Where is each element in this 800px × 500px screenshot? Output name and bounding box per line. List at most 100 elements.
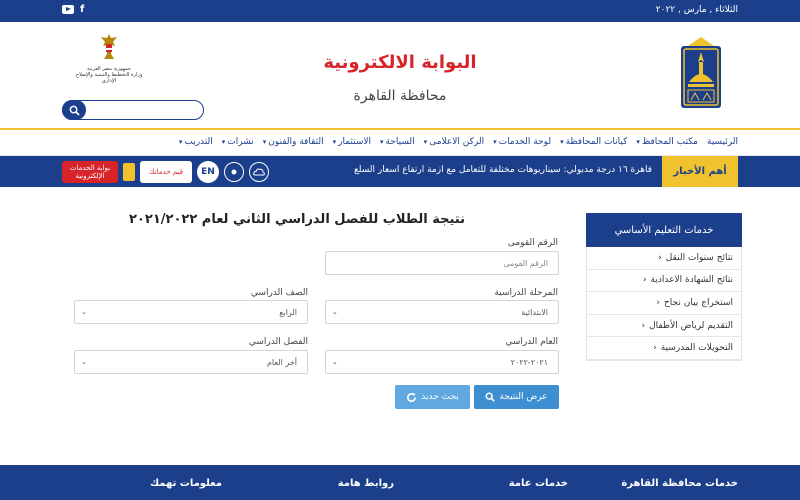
clock-icon[interactable] [224,162,244,182]
nav-item-label: لوحة الخدمات [498,137,552,147]
sidebar-item[interactable]: التحويلات المدرسية ‹ [587,337,741,360]
nav-item[interactable]: الثقافة والفنون ▾ [263,137,324,147]
facebook-icon[interactable]: f [80,4,84,15]
nav-item[interactable]: الركن الاعلامى ▾ [424,137,484,147]
nav-item[interactable]: التدريب ▾ [179,137,213,147]
year-label: العام الدراسي [505,337,558,347]
chevron-down-icon: ⌄ [81,358,87,366]
current-date: الثلاثاء , مارس , ٢٠٢٢ [655,5,738,15]
nav-item-label: كيانات المحافظة [565,137,628,147]
caret-down-icon: ▾ [380,138,384,146]
sidebar-item-label: نتائج سنوات النقل [665,252,733,263]
national-id-label: الرقم القومى [507,238,558,248]
grade-select[interactable]: الرابع ⌄ [74,300,308,324]
caret-down-icon: ▾ [332,138,337,146]
e-services-button[interactable]: بوابة الخدمات الإلكترونية [62,161,118,183]
grade-value: الرابع [279,307,297,317]
e-services-label: بوابة الخدمات الإلكترونية [69,164,111,180]
caret-down-icon: ▾ [262,138,267,146]
sidebar-item[interactable]: نتائج الشهادة الاعدادية ‹ [587,270,741,293]
sidebar-item-label: التحويلات المدرسية [660,343,733,354]
nav-item[interactable]: السياحة ▾ [380,137,415,147]
news-label[interactable]: أهم الأخبار [662,156,738,187]
sidebar-item[interactable]: استخراج بيان نجاح ‹ [587,292,741,315]
caret-down-icon: ▾ [221,138,226,146]
weather-icon[interactable] [249,162,269,182]
site-header: البوابة الالكترونية محافظة القاهرة جمهور… [0,22,800,128]
year-value: ٢٠٢١-٢٠٢٢ [510,357,548,367]
social-links: f [62,4,84,15]
national-id-placeholder: الرقم القومى [503,258,548,268]
footer-col-info: معلومات تهمك [149,478,222,489]
term-select[interactable]: أخر العام ⌄ [74,350,308,374]
gov-logo-line2: وزارة التخطيط والتنمية والإصلاح الإداري [75,72,143,84]
news-ticker[interactable]: قاهرة ١٦ درجة مدبولي: سيناريوهات مختلفة … [322,165,652,175]
nav-item[interactable]: الرئيسية [707,137,738,147]
language-en-button[interactable]: EN [197,161,219,183]
news-bar: أهم الأخبار قاهرة ١٦ درجة مدبولي: سيناري… [0,156,800,187]
search-button[interactable] [62,100,86,120]
nav-item-label: الرئيسية [707,137,738,147]
caret-down-icon: ▾ [560,138,564,146]
sidebar-item-label: استخراج بيان نجاح [663,297,733,308]
caret-down-icon: ▾ [423,138,428,146]
sidebar-title: خدمات التعليم الأساسي [586,213,742,247]
caret-down-icon: ▾ [178,138,183,146]
eagle-icon [101,34,117,59]
grade-label: الصف الدراسي [250,288,308,298]
page-title: نتيجة الطلاب للفصل الدراسي الثاني لعام ٢… [129,212,465,227]
chevron-down-icon: ⌄ [81,308,87,316]
nav-item[interactable]: نشرات ▾ [222,137,254,147]
nav-item-label: التدريب [184,137,213,147]
sidebar-list: نتائج سنوات النقل ‹ نتائج الشهادة الاعدادي… [586,247,742,361]
egypt-emblem: جمهورية مصر العربية وزارة التخطيط والتنم… [74,32,144,92]
stage-label: المرحلة الدراسية [494,288,558,298]
rate-services-button[interactable]: قيم خدماتك [140,161,192,183]
refresh-icon [407,391,417,402]
chevron-left-icon: ‹ [658,252,662,263]
footer-col-cairo-services: خدمات محافظة القاهرة [621,478,738,489]
nav-item[interactable]: الاستثمار ▾ [333,137,371,147]
term-label: الفصل الدراسي [248,337,308,347]
sidebar: خدمات التعليم الأساسي نتائج سنوات النقل ‹… [586,213,742,361]
nav-item-label: مكتب المحافظ [641,137,698,147]
search-icon [485,392,496,402]
nav-item[interactable]: مكتب المحافظ ▾ [636,137,698,147]
nav-item-label: الركن الاعلامى [429,137,485,147]
news-bar-actions: بوابة الخدمات الإلكترونية قيم خدماتك EN [62,161,269,183]
nav-item-label: السياحة [385,137,415,147]
show-result-button[interactable]: عرض النتيجة [474,385,559,409]
nav-item[interactable]: كيانات المحافظة ▾ [560,137,627,147]
search-icon [69,105,80,116]
top-bar: الثلاثاء , مارس , ٢٠٢٢ f [0,0,800,22]
nav-item-label: الاستثمار [338,137,372,147]
nav-item-label: نشرات [227,137,254,147]
chevron-left-icon: ‹ [656,297,660,308]
national-id-field[interactable]: الرقم القومى [325,251,559,275]
chevron-left-icon: ‹ [642,275,647,286]
nav-item[interactable]: لوحة الخدمات ▾ [493,137,551,147]
chevron-left-icon: ‹ [653,343,657,354]
rate-services-label: قيم خدماتك [148,168,184,176]
sidebar-item-label: التقديم لرياض الأطفال [649,320,733,331]
caret-down-icon: ▾ [636,138,640,146]
stage-value: الابتدائية [521,307,548,317]
footer-col-important-links: روابط هامة [337,478,394,489]
footer-col-general-services: خدمات عامة [508,478,568,489]
new-search-label: بحث جديد [421,392,459,402]
new-search-button[interactable]: بحث جديد [395,385,470,409]
chevron-down-icon: ⌄ [332,308,338,316]
sidebar-item[interactable]: نتائج سنوات النقل ‹ [587,247,741,270]
nav-item-label: الثقافة والفنون [268,137,324,147]
chevron-left-icon: ‹ [641,320,646,331]
year-select[interactable]: ٢٠٢١-٢٠٢٢ ⌄ [325,350,559,374]
term-value: أخر العام [266,357,297,367]
youtube-icon[interactable] [62,5,74,14]
site-footer: خدمات محافظة القاهرة خدمات عامة روابط ها… [0,465,800,500]
sidebar-item-label: نتائج الشهادة الاعدادية [650,275,733,286]
main-nav: الرئيسية مكتب المحافظ ▾ كيانات المحافظة ▾ لوح… [0,128,800,156]
stage-select[interactable]: الابتدائية ⌄ [325,300,559,324]
chevron-down-icon: ⌄ [332,358,338,366]
sidebar-item[interactable]: التقديم لرياض الأطفال ‹ [587,315,741,338]
emblem-icon [123,163,135,181]
